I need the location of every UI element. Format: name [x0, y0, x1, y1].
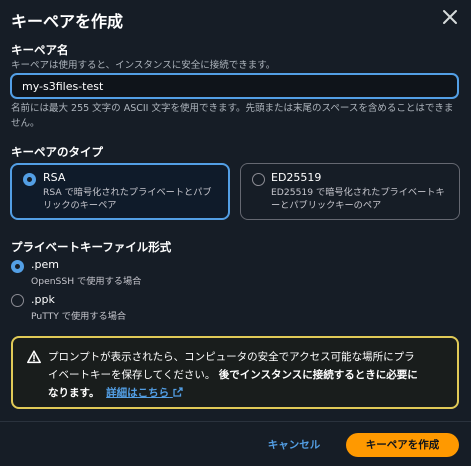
- file-format-label: プライベートキーファイル形式: [11, 240, 172, 254]
- alert-text-line3: なります。 詳細はこちら: [48, 384, 448, 402]
- pem-description: OpenSSH で使用する場合: [31, 276, 142, 287]
- ppk-title[interactable]: .ppk: [31, 293, 55, 306]
- alert-text: プロンプトが表示されたら、コンピュータの安全でアクセス可能な場所にプラ イベート…: [48, 348, 448, 402]
- ppk-description: PuTTY で使用する場合: [31, 311, 127, 322]
- ed25519-description-line1: ED25519 で暗号化されたプライベートキ: [271, 187, 445, 198]
- dialog-header: キーペアを作成: [0, 0, 471, 36]
- key-name-description: キーペアは使用すると、インスタンスに安全に接続できます。: [11, 60, 276, 71]
- alert-text-line1: プロンプトが表示されたら、コンピュータの安全でアクセス可能な場所にプラ: [48, 351, 415, 363]
- warning-alert: プロンプトが表示されたら、コンピュータの安全でアクセス可能な場所にプラ イベート…: [11, 336, 459, 409]
- rsa-description-line1: RSA で暗号化されたプライベートとパブ: [43, 187, 212, 198]
- ed25519-description-line2: ーとパブリックキーのペア: [271, 200, 382, 211]
- ppk-radio[interactable]: [11, 294, 24, 307]
- key-type-option-ed25519[interactable]: ED25519 ED25519 で暗号化されたプライベートキ ーとパブリックキー…: [240, 163, 460, 220]
- key-name-constraint: 名前には最大 255 文字の ASCII 文字を使用できます。先頭または末尾のス…: [11, 103, 454, 129]
- key-name-label: キーペア名: [11, 43, 69, 57]
- rsa-description-line2: リックのキーペア: [43, 200, 117, 211]
- ed25519-title: ED25519: [271, 171, 322, 184]
- learn-more-label: 詳細はこちら: [106, 387, 170, 399]
- alert-text-bold: 後でインスタンスに接続するときに必要に: [218, 369, 418, 381]
- learn-more-link[interactable]: 詳細はこちら: [106, 387, 183, 399]
- create-key-pair-button[interactable]: キーペアを作成: [346, 433, 459, 457]
- rsa-title: RSA: [43, 171, 66, 184]
- alert-text-plain: イベートキーを保存してください。: [48, 369, 216, 381]
- close-button[interactable]: [441, 8, 459, 26]
- rsa-radio[interactable]: [23, 173, 36, 186]
- key-type-label: キーペアのタイプ: [11, 145, 103, 159]
- warning-icon: [27, 350, 41, 364]
- alert-text-bold-end: なります。: [48, 387, 100, 399]
- pem-radio[interactable]: [11, 260, 24, 273]
- close-icon: [443, 10, 457, 24]
- ed25519-radio[interactable]: [252, 173, 265, 186]
- footer-divider: [0, 421, 471, 422]
- key-type-option-rsa[interactable]: RSA RSA で暗号化されたプライベートとパブ リックのキーペア: [10, 163, 230, 220]
- external-link-icon: [173, 387, 183, 397]
- key-name-input[interactable]: [10, 73, 459, 99]
- cancel-button[interactable]: キャンセル: [258, 433, 330, 457]
- alert-text-line2: イベートキーを保存してください。 後でインスタンスに接続するときに必要に: [48, 366, 448, 384]
- pem-title[interactable]: .pem: [31, 258, 59, 271]
- dialog-title: キーペアを作成: [11, 12, 124, 31]
